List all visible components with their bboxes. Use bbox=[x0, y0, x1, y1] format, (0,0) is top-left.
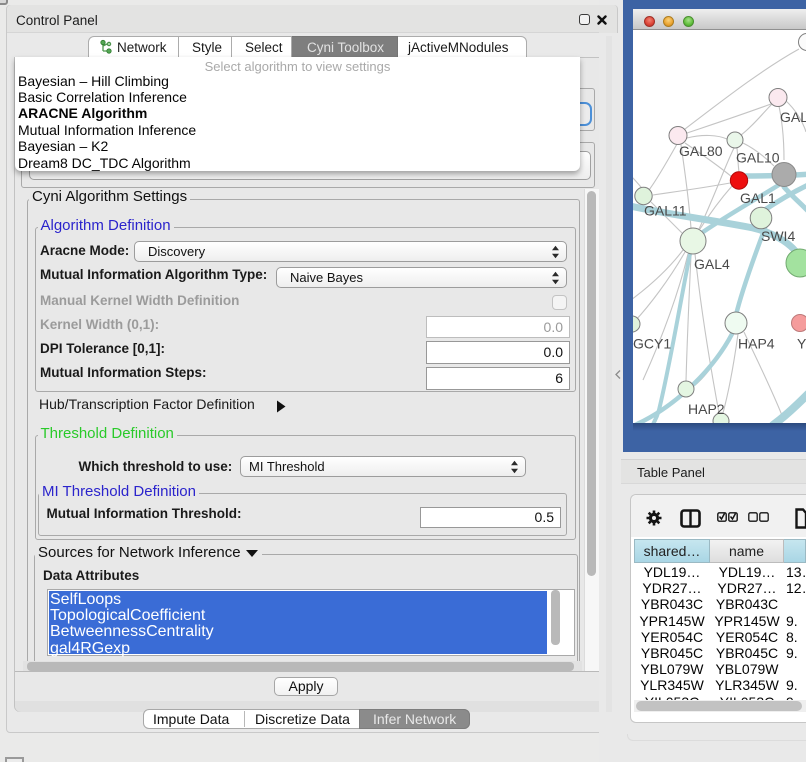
svg-text:HAP4: HAP4 bbox=[738, 336, 775, 352]
svg-text:GAL11: GAL11 bbox=[644, 203, 687, 219]
svg-text:SWI4: SWI4 bbox=[761, 228, 795, 244]
svg-text:GAL1: GAL1 bbox=[740, 190, 776, 206]
svg-text:GAL4: GAL4 bbox=[694, 256, 730, 272]
svg-text:GAL10: GAL10 bbox=[736, 150, 780, 166]
svg-text:GCY1: GCY1 bbox=[633, 336, 671, 352]
svg-text:GAL2: GAL2 bbox=[780, 109, 806, 125]
svg-text:HAP2: HAP2 bbox=[688, 401, 725, 417]
svg-text:Y: Y bbox=[797, 336, 806, 352]
svg-text:GAL80: GAL80 bbox=[679, 143, 723, 159]
